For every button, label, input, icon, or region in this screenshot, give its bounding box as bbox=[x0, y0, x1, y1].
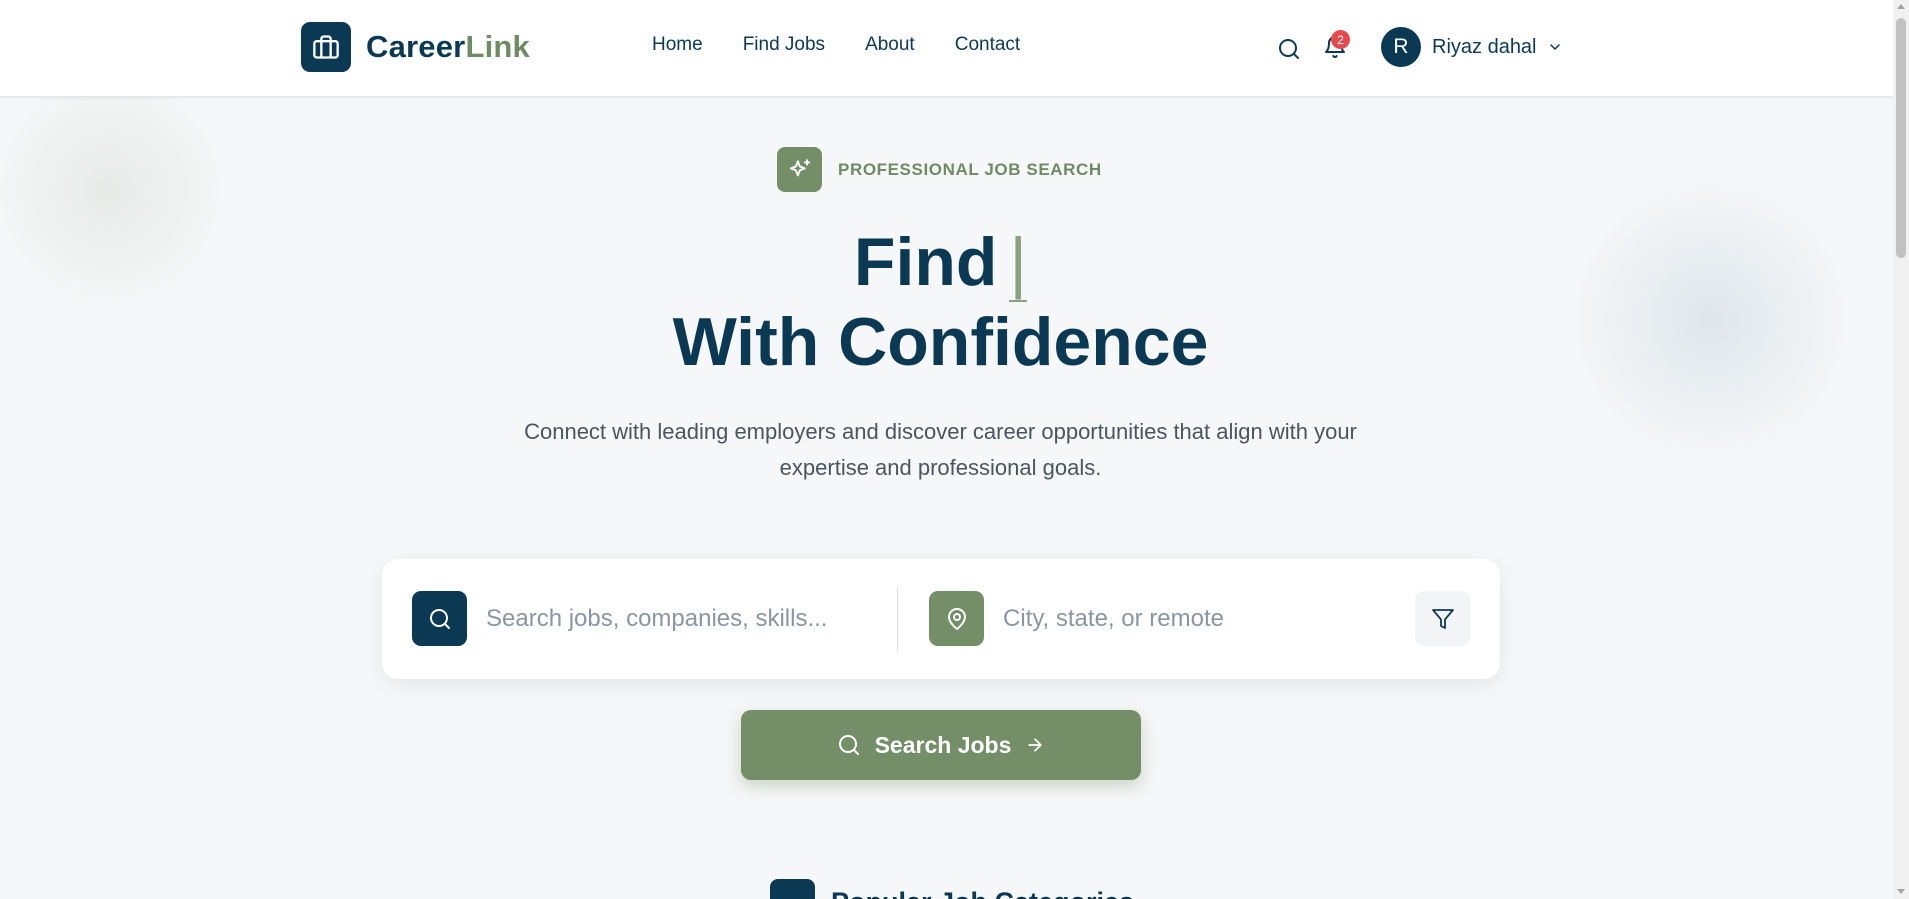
nav-home[interactable]: Home bbox=[652, 34, 703, 56]
search-icon bbox=[1279, 39, 1299, 59]
header-search-button[interactable] bbox=[1274, 34, 1304, 64]
scroll-up-arrow-icon[interactable] bbox=[1897, 4, 1905, 9]
filter-icon bbox=[1431, 608, 1454, 629]
scroll-down-arrow-icon[interactable] bbox=[1897, 889, 1905, 894]
scrollbar-thumb[interactable] bbox=[1896, 18, 1906, 258]
search-jobs-button[interactable]: Search Jobs bbox=[741, 710, 1141, 780]
trending-icon bbox=[770, 879, 815, 899]
page-scrollbar[interactable] bbox=[1893, 0, 1909, 899]
hero-title-find: Find bbox=[853, 224, 998, 300]
notification-badge: 2 bbox=[1331, 30, 1350, 49]
hero-title-line2: With Confidence bbox=[672, 304, 1209, 380]
hero-title-line1: Find | bbox=[0, 222, 1881, 302]
chevron-down-icon bbox=[1547, 39, 1563, 55]
map-pin-icon bbox=[929, 591, 984, 646]
user-name: Riyaz dahal bbox=[1432, 35, 1537, 58]
categories-title: Popular Job Categories bbox=[831, 887, 1134, 899]
brand-name-part2: Link bbox=[465, 29, 530, 64]
brand-logo[interactable]: CareerLink bbox=[301, 22, 530, 72]
categories-heading: Popular Job Categories bbox=[770, 879, 1134, 899]
hero-tagline: PROFESSIONAL JOB SEARCH bbox=[777, 147, 1102, 192]
nav-contact[interactable]: Contact bbox=[955, 34, 1020, 56]
filter-button[interactable] bbox=[1415, 591, 1470, 646]
hero-subtitle: Connect with leading employers and disco… bbox=[524, 419, 1357, 480]
site-header: CareerLink Home Find Jobs About Contact … bbox=[0, 0, 1893, 97]
arrow-right-icon bbox=[1028, 738, 1043, 752]
search-icon bbox=[838, 735, 859, 755]
location-input[interactable] bbox=[1003, 599, 1363, 639]
search-card bbox=[382, 559, 1500, 679]
brand-name-part1: Career bbox=[366, 29, 466, 64]
avatar: R bbox=[1381, 27, 1421, 67]
nav-find-jobs[interactable]: Find Jobs bbox=[743, 34, 825, 56]
tagline-text: PROFESSIONAL JOB SEARCH bbox=[838, 159, 1102, 179]
search-jobs-label: Search Jobs bbox=[874, 731, 1012, 758]
nav-about[interactable]: About bbox=[865, 34, 915, 56]
sparkles-icon bbox=[777, 147, 822, 192]
search-divider bbox=[897, 587, 898, 651]
user-menu[interactable]: R Riyaz dahal bbox=[1381, 27, 1563, 67]
job-search-input[interactable] bbox=[486, 599, 886, 639]
search-icon bbox=[412, 591, 467, 646]
typing-cursor: | bbox=[1009, 224, 1028, 302]
main-nav: Home Find Jobs About Contact bbox=[652, 34, 1060, 56]
brand-name: CareerLink bbox=[366, 29, 530, 65]
briefcase-icon bbox=[301, 22, 351, 72]
